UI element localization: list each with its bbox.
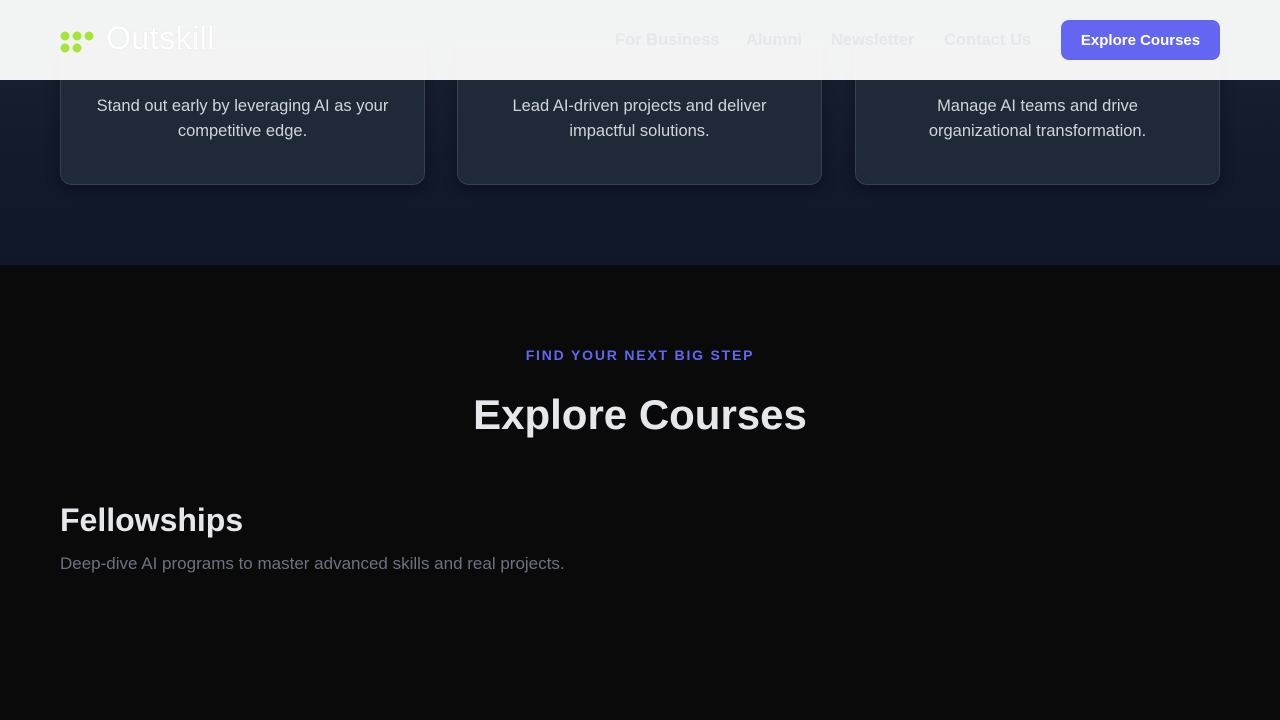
logo-wordmark: Outskill — [106, 20, 215, 56]
category-description: Deep-dive AI programs to master advanced… — [60, 554, 565, 573]
nav-for-business[interactable]: For Business — [615, 29, 720, 51]
site-header: Outskill For Business Alumni Newsletter … — [0, 0, 1280, 80]
section-title: Explore Courses — [473, 391, 807, 438]
category-title: Fellowships — [60, 502, 244, 538]
nav-newsletter[interactable]: Newsletter — [831, 29, 914, 51]
section-eyebrow: FIND YOUR NEXT BIG STEP — [525, 347, 755, 363]
card-description: Lead AI-driven projects and deliver impa… — [512, 97, 767, 140]
nav-contact-us[interactable]: Contact Us — [944, 29, 1031, 51]
nav-alumni[interactable]: Alumni — [746, 29, 802, 51]
card-description: Manage AI teams and drive organizational… — [928, 97, 1147, 140]
logo-dots-icon — [60, 31, 94, 53]
explore-courses-button[interactable]: Explore Courses — [1061, 20, 1220, 60]
logo[interactable]: Outskill — [60, 20, 230, 60]
card-description: Stand out early by leveraging AI as your… — [96, 97, 389, 140]
